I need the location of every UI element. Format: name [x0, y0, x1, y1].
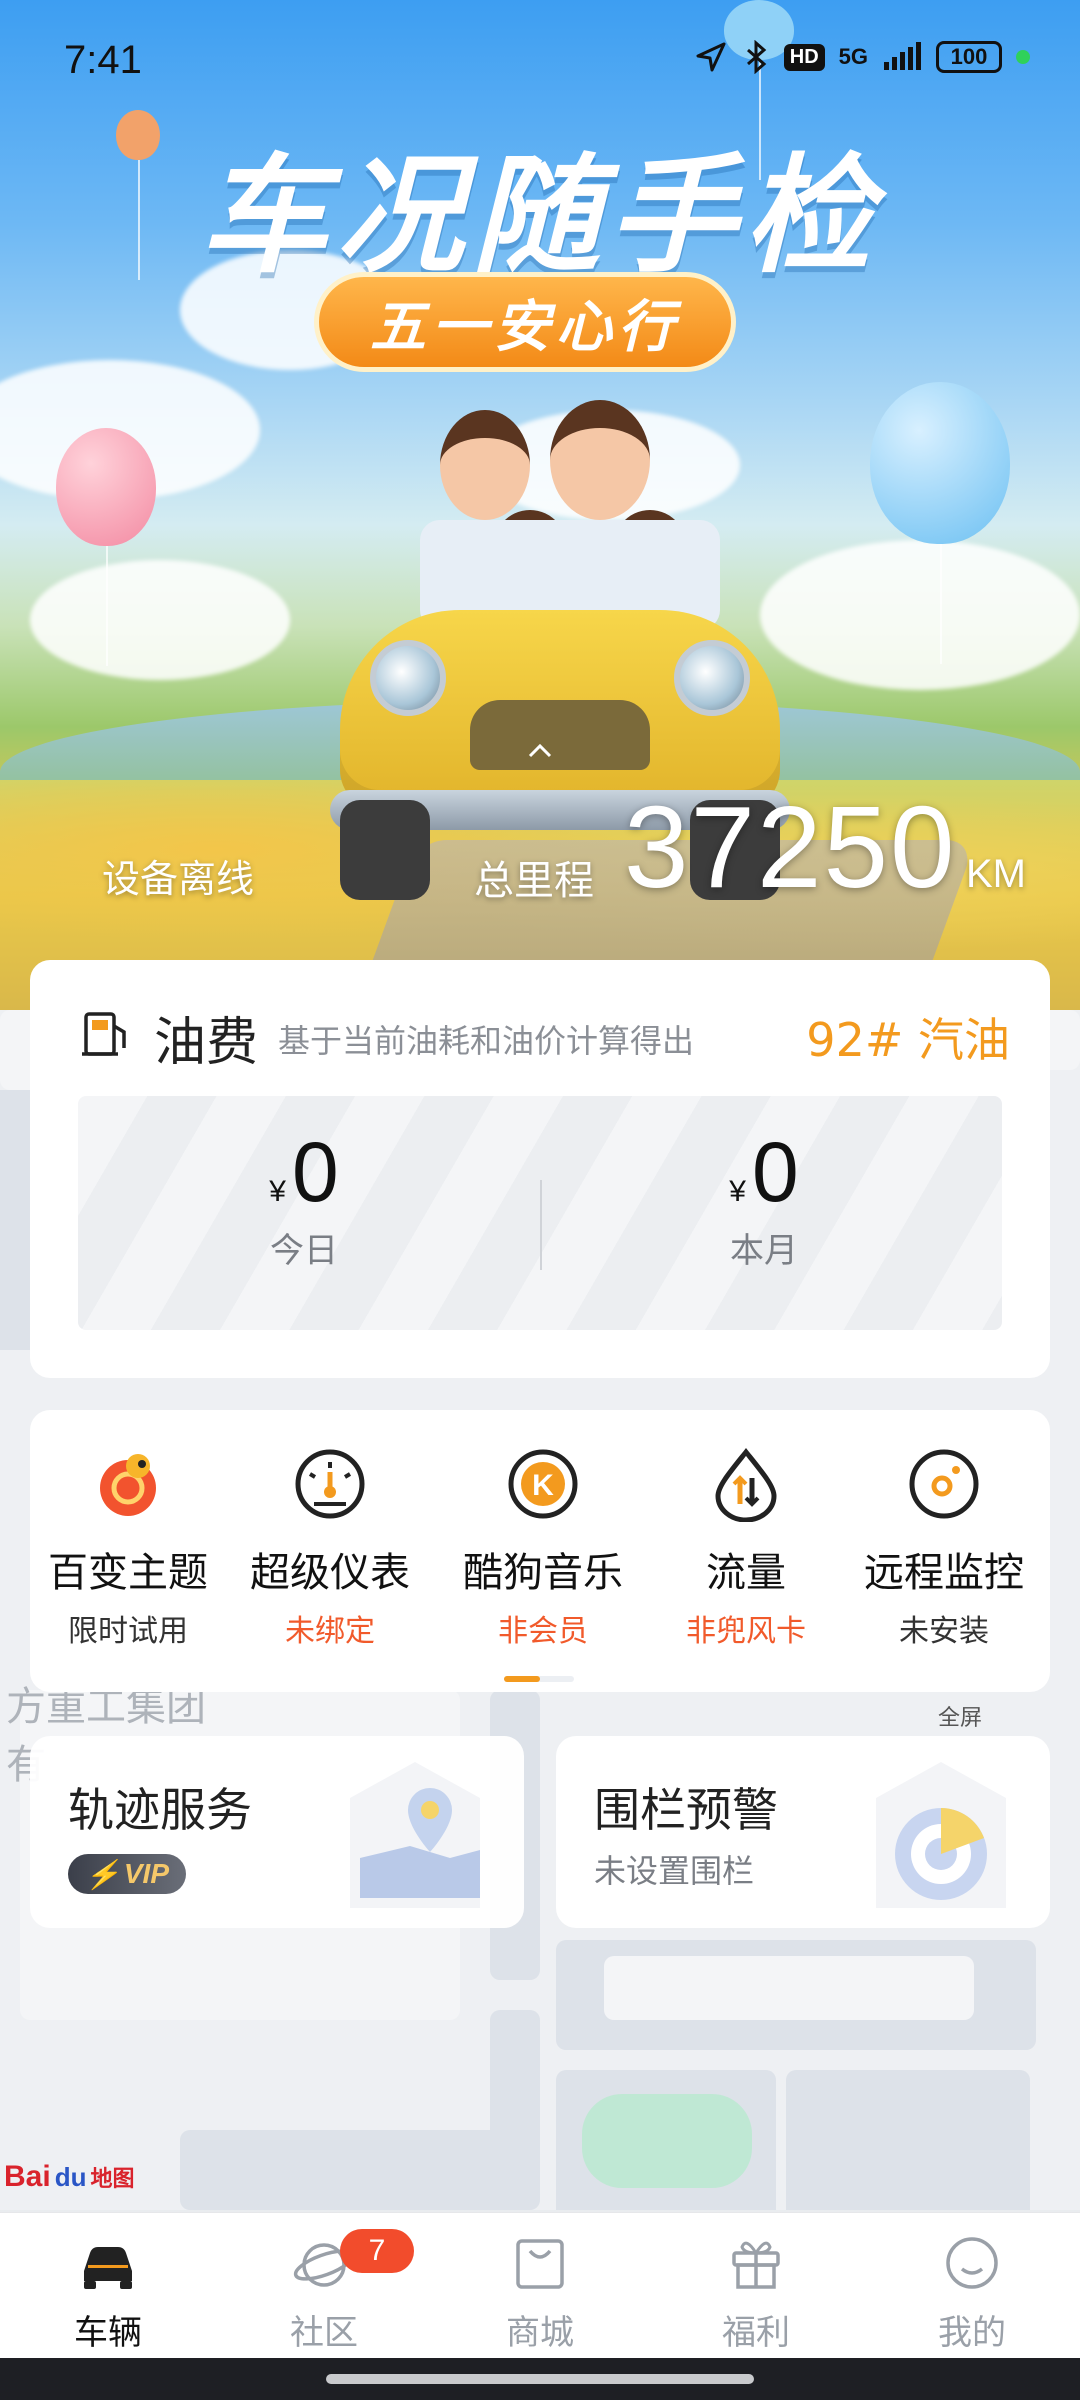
map-pin-icon [350, 1762, 480, 1908]
tab-vehicle[interactable]: 车辆 [28, 2231, 188, 2354]
fuel-cost-panel: ¥0 今日 ¥0 本月 [78, 1096, 1002, 1330]
fence-alert-subtitle: 未设置围栏 [594, 1852, 755, 1890]
tab-shop[interactable]: 商城 [460, 2231, 620, 2354]
tab-profile[interactable]: 我的 [892, 2231, 1052, 2354]
status-time: 7:41 [64, 38, 142, 82]
profile-icon [946, 2237, 998, 2289]
tab-community[interactable]: 社区 7 [244, 2229, 414, 2354]
tab-label: 商城 [506, 2313, 574, 2353]
features-row: 百变主题 限时试用 超级仪表 未绑定 K 酷狗音乐 非会员 流量 非兜风卡 远程… [30, 1410, 1050, 1692]
hero-title: 车况随手检 [199, 142, 880, 291]
feature-status: 未安装 [899, 1614, 989, 1649]
feature-remote-monitor[interactable]: 远程监控 未安装 [844, 1446, 1044, 1650]
tab-label: 社区 [290, 2313, 358, 2353]
feature-title: 流量 [706, 1550, 786, 1596]
tab-label: 福利 [722, 2313, 790, 2353]
fuel-month-value: 0 [751, 1125, 799, 1219]
currency-symbol: ¥ [729, 1175, 746, 1208]
lightning-icon: ⚡ [84, 1858, 120, 1890]
divider [540, 1180, 542, 1270]
hero-banner[interactable]: 车况随手检 五一安心行 设备离线 总里程 37250 KM 7:41 HD 5G… [0, 0, 1080, 1010]
signal-strength-icon [884, 42, 921, 70]
svg-text:K: K [532, 1469, 554, 1502]
speedometer-icon [295, 1449, 365, 1519]
feature-dashboard[interactable]: 超级仪表 未绑定 [230, 1446, 430, 1650]
fuel-type-selector[interactable]: 92# 汽油 [806, 1004, 1010, 1070]
home-indicator[interactable] [326, 2374, 754, 2384]
bottom-navigation: 车辆 社区 7 商城 福利 我的 [0, 2212, 1080, 2358]
feature-kugou-music[interactable]: K 酷狗音乐 非会员 [443, 1446, 643, 1650]
map-fullscreen-button[interactable]: 全屏 [938, 1700, 982, 1732]
total-mileage-value: 37250 [624, 782, 957, 912]
location-arrow-icon [696, 42, 726, 72]
features-scroll-indicator [504, 1676, 574, 1682]
track-service-card[interactable]: 轨迹服务 ⚡ VIP [30, 1736, 524, 1928]
balloon-blue-icon [870, 382, 1010, 664]
feature-data-traffic[interactable]: 流量 非兜风卡 [646, 1446, 846, 1650]
feature-title: 远程监控 [864, 1550, 1024, 1596]
vip-badge: ⚡ VIP [68, 1854, 186, 1894]
fuel-today-value: 0 [291, 1125, 339, 1219]
data-traffic-icon [715, 1447, 777, 1523]
fuel-month: ¥0 本月 [614, 1124, 914, 1272]
battery-icon: 100 [936, 41, 1002, 73]
fuel-today: ¥0 今日 [154, 1124, 454, 1272]
status-bar: 7:41 HD 5G 100 [0, 0, 1080, 120]
fuel-pump-icon [82, 1012, 126, 1056]
notification-badge: 7 [340, 2229, 414, 2273]
balloon-pink-icon [56, 428, 156, 666]
device-status-text: 设备离线 [102, 857, 255, 901]
mileage-unit: KM [966, 852, 1026, 896]
tab-benefits[interactable]: 福利 [676, 2231, 836, 2354]
fence-alert-card[interactable]: 围栏预警 未设置围栏 [556, 1736, 1050, 1928]
total-mileage-label: 总里程 [474, 858, 594, 904]
hd-voice-icon: HD [783, 43, 825, 71]
fuel-cost-title: 油费 [154, 1013, 259, 1073]
bluetooth-icon [746, 40, 767, 74]
shopping-bag-icon [516, 2239, 564, 2289]
feature-title: 超级仪表 [250, 1550, 410, 1596]
feature-status: 非兜风卡 [686, 1614, 806, 1649]
tab-label: 车辆 [74, 2313, 142, 2353]
feature-status: 非会员 [498, 1614, 588, 1649]
target-icon [876, 1762, 1006, 1908]
feature-status: 未绑定 [285, 1614, 375, 1649]
fuel-month-label: 本月 [730, 1231, 798, 1271]
car-icon [84, 2247, 132, 2289]
gift-icon [732, 2241, 780, 2289]
camera-icon [909, 1449, 979, 1519]
feature-theme[interactable]: 百变主题 限时试用 [28, 1446, 228, 1650]
fence-alert-title: 围栏预警 [594, 1783, 778, 1837]
chameleon-icon [100, 1454, 156, 1516]
tab-label: 我的 [938, 2313, 1006, 2353]
hero-campaign-pill[interactable]: 五一安心行 [314, 272, 736, 372]
fuel-cost-subtitle: 基于当前油耗和油价计算得出 [278, 1022, 695, 1060]
kugou-music-icon: K [508, 1449, 578, 1519]
feature-status: 限时试用 [68, 1614, 188, 1649]
track-service-title: 轨迹服务 [68, 1783, 252, 1837]
privacy-indicator-dot [1016, 50, 1030, 64]
feature-title: 酷狗音乐 [463, 1550, 623, 1596]
feature-title: 百变主题 [48, 1550, 208, 1596]
fuel-today-label: 今日 [270, 1231, 338, 1271]
network-5g-label: 5G [838, 44, 868, 69]
fuel-cost-card[interactable]: 油费 基于当前油耗和油价计算得出 92# 汽油 ¥0 今日 ¥0 本月 [30, 960, 1050, 1378]
chevron-up-icon[interactable] [527, 738, 553, 764]
baidu-map-logo: Bai du 地图 [4, 2160, 135, 2193]
currency-symbol: ¥ [269, 1175, 286, 1208]
